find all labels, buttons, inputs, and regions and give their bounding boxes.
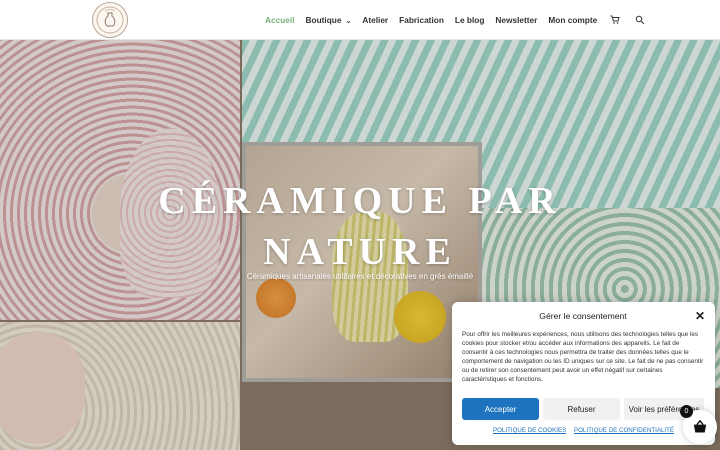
nav-mon-compte[interactable]: Mon compte bbox=[548, 15, 597, 25]
chevron-down-icon: ⌄ bbox=[345, 18, 352, 25]
hero-subtitle: Céramiques artisanales utilitaires et dé… bbox=[246, 272, 474, 281]
nav-boutique[interactable]: Boutique ⌄ bbox=[306, 15, 352, 25]
close-icon[interactable]: ✕ bbox=[695, 309, 705, 323]
consent-links: POLITIQUE DE COOKIES POLITIQUE DE CONFID… bbox=[452, 427, 715, 434]
accept-button[interactable]: Accepter bbox=[462, 398, 539, 420]
nav-accueil[interactable]: Accueil bbox=[265, 15, 295, 25]
nav-fabrication[interactable]: Fabrication bbox=[399, 15, 444, 25]
hero-title-line-2: NATURE bbox=[263, 231, 457, 273]
site-header: Accueil Boutique ⌄ Atelier Fabrication Le… bbox=[0, 0, 720, 40]
cookie-consent-dialog: Gérer le consentement ✕ Pour offrir les … bbox=[452, 302, 715, 445]
cart-count-badge: 0 bbox=[680, 405, 693, 418]
main-nav: Accueil Boutique ⌄ Atelier Fabrication Le… bbox=[265, 0, 647, 40]
consent-text: Pour offrir les meilleures expériences, … bbox=[462, 331, 704, 383]
nav-newsletter[interactable]: Newsletter bbox=[495, 15, 537, 25]
basket-icon bbox=[693, 420, 707, 433]
search-icon[interactable] bbox=[633, 13, 647, 27]
hero-title: CÉRAMIQUE PAR NATURE bbox=[0, 176, 720, 278]
cart-icon[interactable] bbox=[608, 13, 622, 27]
refuse-button[interactable]: Refuser bbox=[543, 398, 620, 420]
consent-title: Gérer le consentement bbox=[539, 311, 627, 321]
nav-atelier[interactable]: Atelier bbox=[362, 15, 388, 25]
cookie-policy-link[interactable]: POLITIQUE DE COOKIES bbox=[493, 427, 566, 434]
site-logo[interactable] bbox=[92, 2, 128, 38]
pottery-logo-icon bbox=[96, 6, 124, 34]
nav-le-blog[interactable]: Le blog bbox=[455, 15, 485, 25]
hero-title-line-1: CÉRAMIQUE PAR bbox=[158, 180, 562, 222]
privacy-policy-link[interactable]: POLITIQUE DE CONFIDENTIALITÉ bbox=[574, 427, 674, 434]
